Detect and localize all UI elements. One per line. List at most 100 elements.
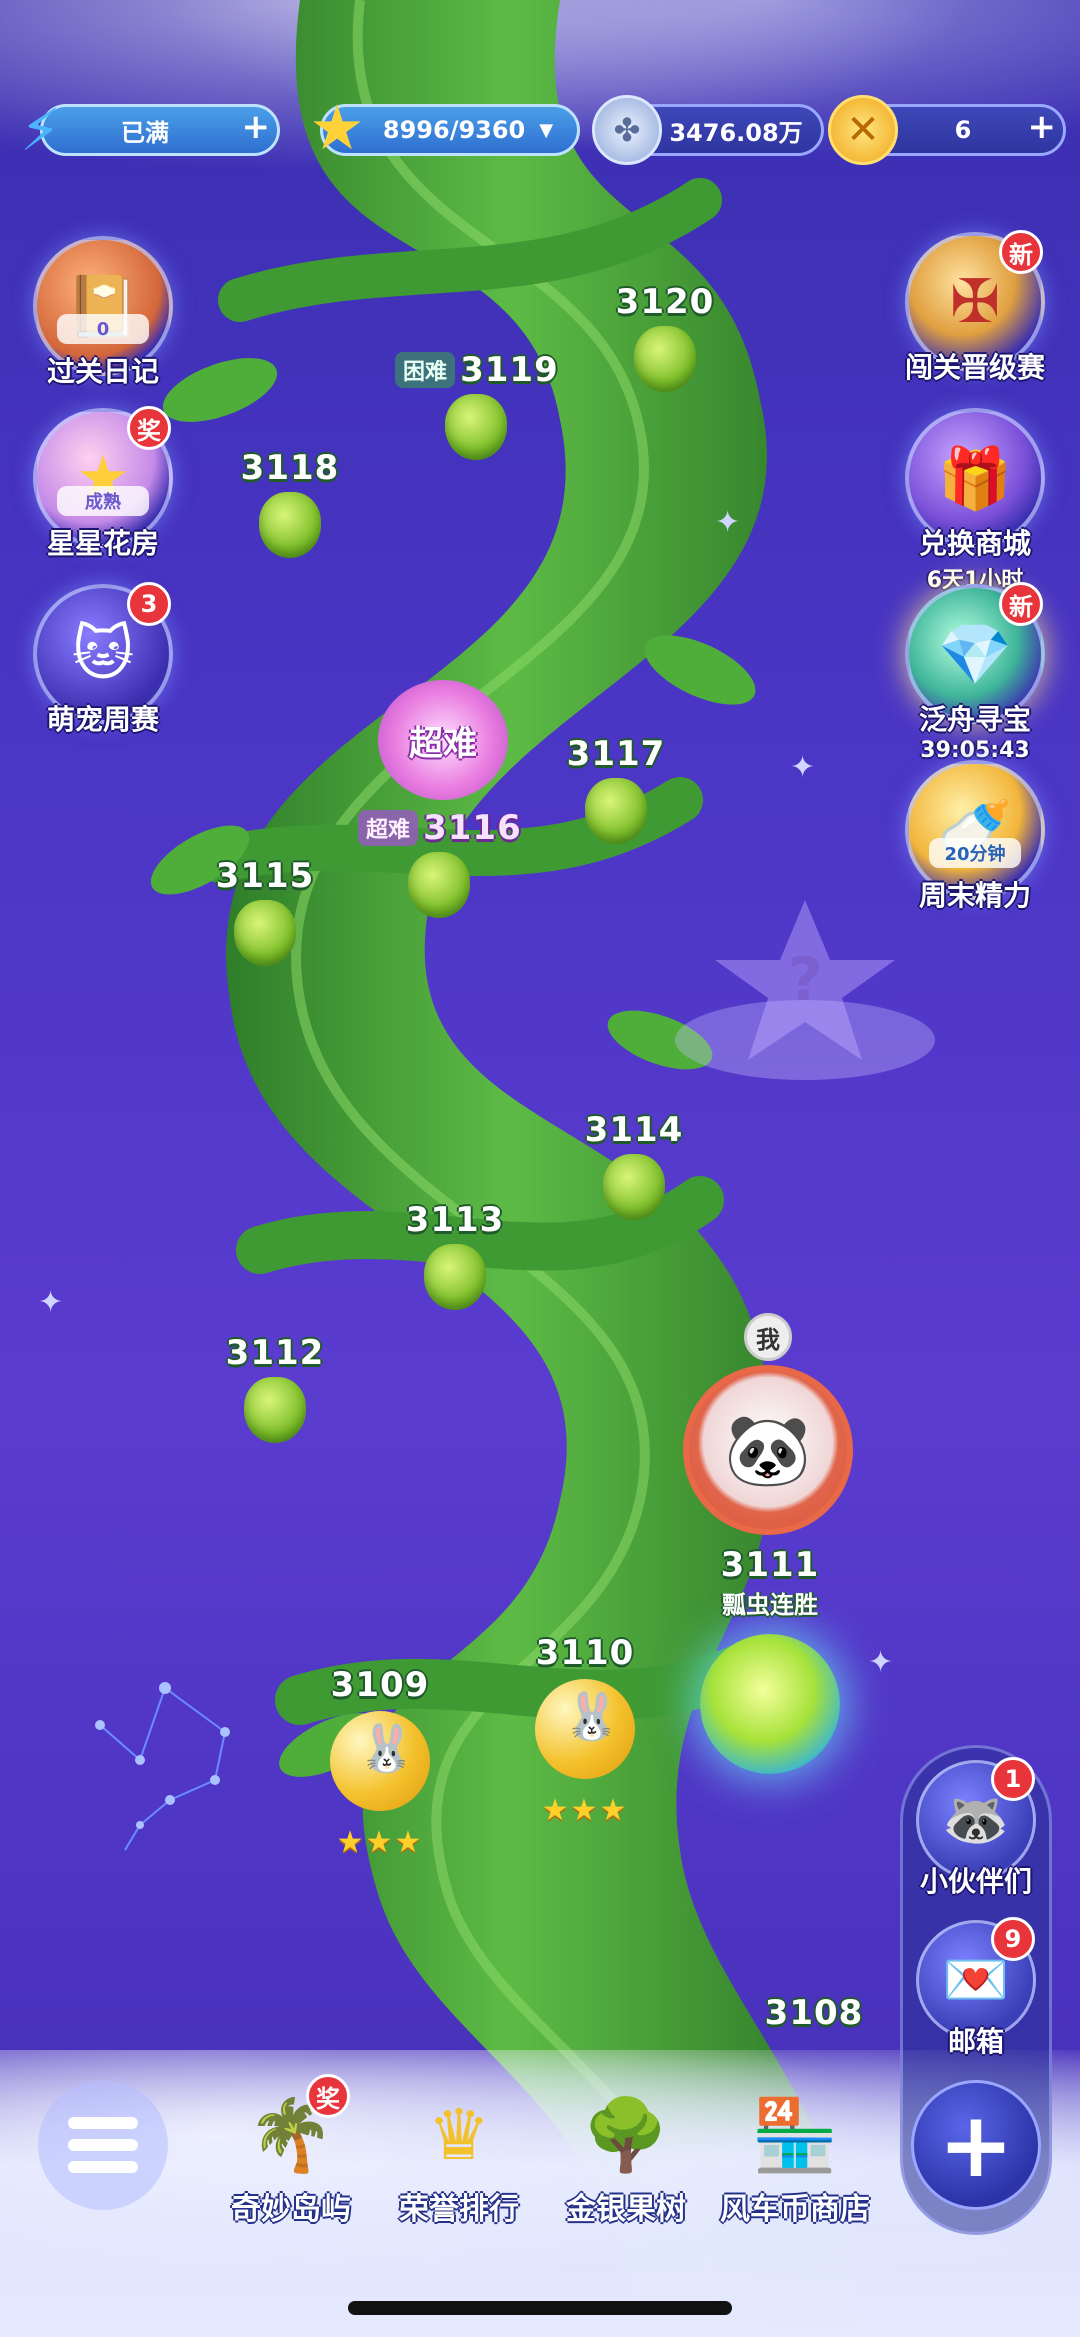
seed-pod-icon — [585, 778, 647, 844]
menu-line-icon — [68, 2161, 138, 2173]
diary-button[interactable]: 📔 0 过关日记 — [28, 236, 178, 390]
level-node-3111[interactable]: 3111 瓢虫连胜 — [690, 1545, 850, 1774]
gift-box-icon: 🎁 — [937, 443, 1013, 514]
exchange-mall-button[interactable]: 🎁 兑换商城 6天1小时 — [900, 408, 1050, 594]
level-node-3113[interactable]: 3113 — [375, 1200, 535, 1310]
expand-button[interactable]: + — [900, 2080, 1052, 2210]
level-node-3112[interactable]: 3112 — [195, 1333, 355, 1443]
level-node-3114[interactable]: 3114 — [554, 1110, 714, 1220]
level-number: 3110 — [535, 1633, 635, 1673]
seed-pod-icon — [234, 900, 296, 966]
level-stars: ★★★ — [541, 1793, 629, 1828]
level-node-3115[interactable]: 3115 — [185, 856, 345, 966]
coins-value: 3476.08万 — [669, 118, 803, 147]
svg-text:?: ? — [788, 945, 823, 1015]
level-number: 3117 — [566, 734, 666, 774]
seed-pod-icon — [244, 1377, 306, 1443]
sparkle-icon: ✦ — [715, 505, 741, 540]
level-number: 3109 — [330, 1665, 430, 1705]
boat-treasure-label: 泛舟寻宝 — [918, 703, 1031, 736]
friends-badge: 1 — [991, 1757, 1035, 1801]
dock-label: 金银果树 — [566, 2192, 686, 2227]
lightning-icon: ⚡ — [20, 96, 61, 164]
player-avatar[interactable]: 🐼 — [683, 1365, 853, 1535]
plus-icon[interactable]: + — [911, 2080, 1041, 2210]
gold-coin-icon: ✕ — [828, 95, 898, 165]
pet-weekly-label: 萌宠周赛 — [46, 703, 159, 736]
level-node-3116[interactable]: 超难 3116 — [358, 808, 578, 918]
windmill-coin-icon: ✤ — [592, 95, 662, 165]
level-node-3108[interactable]: 3108 — [734, 1993, 894, 2033]
level-stars: ★★★ — [336, 1825, 424, 1860]
super-hard-flower: 超难 — [378, 680, 508, 800]
diary-label: 过关日记 — [46, 355, 159, 388]
main-menu-button[interactable] — [38, 2080, 168, 2210]
level-node-3109[interactable]: 3109 🐰 ★★★ — [300, 1665, 460, 1860]
rank-badge-icon: ✠ — [949, 267, 1001, 337]
pet-weekly-button[interactable]: 🐱 3 萌宠周赛 — [28, 582, 178, 738]
dock-honor-ranking[interactable]: ♛ 荣誉排行 — [374, 2080, 544, 2228]
mail-icon: 💌 — [942, 1948, 1010, 2011]
cat-icon: 🐱 — [71, 619, 135, 689]
sparkle-icon: ✦ — [38, 1285, 64, 1320]
dock-fruit-tree[interactable]: 🌳 金银果树 — [541, 2080, 711, 2228]
gold-value: 6 — [954, 116, 972, 144]
star-flower-house-button[interactable]: ★ 成熟 奖 星星花房 — [28, 406, 178, 562]
energy-bar[interactable]: 已满 + — [40, 104, 280, 156]
level-node-3120[interactable]: 3120 — [585, 282, 745, 392]
level-number: 3115 — [215, 856, 315, 896]
bunny-icon: 🐰 — [358, 1721, 416, 1775]
level-node-3110[interactable]: 3110 🐰 ★★★ — [505, 1633, 665, 1828]
mail-badge: 9 — [991, 1917, 1035, 1961]
mailbox-button[interactable]: 💌 9 邮箱 — [900, 1917, 1052, 2060]
level-number: 3120 — [615, 282, 715, 322]
level-number: 3118 — [240, 448, 340, 488]
menu-line-icon — [68, 2117, 138, 2129]
current-level-pod-icon — [700, 1634, 840, 1774]
energy-add-button[interactable]: + — [242, 110, 271, 144]
moon-icon: 🐰 — [330, 1711, 430, 1811]
seed-pod-icon — [259, 492, 321, 558]
seed-pod-icon — [424, 1244, 486, 1310]
island-reward-badge: 奖 — [306, 2074, 350, 2118]
gold-add-button[interactable]: + — [1028, 110, 1057, 144]
dock-wonder-island[interactable]: 🌴 奖 奇妙岛屿 — [206, 2074, 376, 2228]
dropdown-icon[interactable]: ▼ — [539, 120, 553, 141]
level-node-3119[interactable]: 困难 3119 — [395, 350, 605, 460]
flower-label: 超难 — [409, 723, 477, 764]
exchange-mall-label: 兑换商城 — [918, 527, 1031, 560]
level-number: 3108 — [764, 1993, 864, 2033]
level-number: 3116 — [423, 808, 522, 848]
pet-badge: 3 — [127, 582, 171, 626]
difficulty-tag: 超难 — [358, 810, 419, 846]
new-badge: 新 — [999, 582, 1043, 626]
ladybug-streak-label: 瓢虫连胜 — [722, 1591, 818, 1619]
weekend-energy-button[interactable]: 🍼 20分钟 周末精力 — [900, 760, 1050, 914]
friends-label: 小伙伴们 — [919, 1865, 1032, 1898]
dock-label: 奇妙岛屿 — [231, 2192, 351, 2227]
boat-treasure-button[interactable]: 💎 新 泛舟寻宝 39:05:43 — [900, 582, 1050, 763]
reward-badge: 奖 — [127, 406, 171, 450]
star-flower-chip: 成熟 — [57, 486, 149, 516]
sparkle-icon: ✦ — [868, 1645, 894, 1680]
moon-icon: 🐰 — [535, 1679, 635, 1779]
rank-promotion-button[interactable]: ✠ 新 闯关晋级赛 — [900, 230, 1050, 386]
rank-promotion-label: 闯关晋级赛 — [904, 351, 1045, 384]
menu-line-icon — [68, 2139, 138, 2151]
constellation — [95, 1682, 230, 1851]
crown-icon: ♛ — [427, 2094, 491, 2176]
level-number: 3114 — [584, 1110, 684, 1150]
home-indicator[interactable] — [348, 2301, 732, 2315]
friends-button[interactable]: 🦝 1 小伙伴们 — [900, 1757, 1052, 1900]
star-flower-label: 星星花房 — [46, 527, 159, 560]
mystery-cloud[interactable]: ? — [670, 890, 940, 1090]
difficulty-tag: 困难 — [395, 352, 456, 388]
level-number: 3111 — [720, 1545, 820, 1585]
dock-windmill-shop[interactable]: 🏪 风车币商店 — [710, 2080, 880, 2228]
level-node-3118[interactable]: 3118 — [210, 448, 370, 558]
seed-pod-icon — [445, 394, 507, 460]
level-number: 3112 — [225, 1333, 325, 1373]
raccoon-icon: 🦝 — [942, 1788, 1010, 1851]
level-number: 3113 — [405, 1200, 505, 1240]
new-badge: 新 — [999, 230, 1043, 274]
